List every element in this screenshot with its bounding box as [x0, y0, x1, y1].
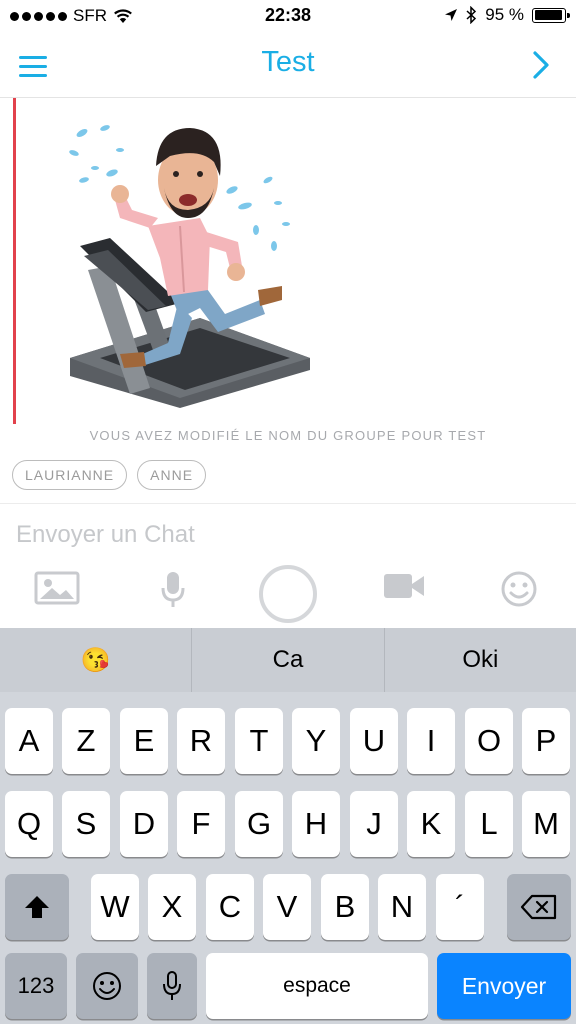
member-chip[interactable]: LAURIANNE — [12, 460, 128, 490]
chat-input[interactable] — [16, 520, 556, 550]
smiley-icon[interactable] — [500, 570, 538, 608]
key[interactable]: H — [292, 791, 340, 857]
key[interactable]: L — [465, 791, 513, 857]
composer — [0, 503, 576, 628]
battery-percent: 95 % — [485, 5, 524, 24]
member-chip[interactable]: ANNE — [137, 460, 207, 490]
key[interactable]: Q — [5, 791, 53, 857]
key[interactable]: A — [5, 708, 53, 774]
smiley-icon — [93, 972, 121, 1000]
camera-shutter-button[interactable] — [259, 565, 317, 623]
microphone-icon[interactable] — [160, 570, 186, 610]
system-message: VOUS AVEZ MODIFIÉ LE NOM DU GROUPE POUR … — [89, 428, 487, 443]
bluetooth-icon — [466, 6, 477, 24]
key[interactable]: ´ — [436, 874, 484, 940]
image-icon[interactable] — [34, 570, 80, 606]
chat-area: VOUS AVEZ MODIFIÉ LE NOM DU GROUPE POUR … — [0, 98, 576, 503]
key[interactable]: F — [177, 791, 225, 857]
shift-key[interactable] — [5, 874, 69, 940]
key[interactable]: J — [350, 791, 398, 857]
key[interactable]: C — [206, 874, 254, 940]
status-bar: SFR 22:38 95 % — [0, 0, 576, 36]
battery-level — [534, 10, 563, 20]
key[interactable]: O — [465, 708, 513, 774]
nav-bar: Test — [0, 36, 576, 98]
key[interactable]: V — [263, 874, 311, 940]
suggestion-emoji[interactable]: 😘 — [0, 628, 191, 692]
key[interactable]: X — [148, 874, 196, 940]
battery-icon — [532, 7, 570, 23]
member-chips: LAURIANNE ANNE — [12, 460, 207, 490]
status-right: 95 % — [444, 5, 570, 25]
key[interactable]: S — [62, 791, 110, 857]
suggestion-bar: 😘 Ca Oki — [0, 628, 576, 692]
video-camera-icon[interactable] — [382, 570, 426, 602]
key[interactable]: N — [378, 874, 426, 940]
key[interactable]: I — [407, 708, 455, 774]
dictation-key[interactable] — [147, 953, 197, 1019]
key[interactable]: W — [91, 874, 139, 940]
key[interactable]: P — [522, 708, 570, 774]
key[interactable]: R — [177, 708, 225, 774]
key[interactable]: G — [235, 791, 283, 857]
suggestion-word[interactable]: Ca — [191, 628, 383, 692]
send-key[interactable]: Envoyer — [437, 953, 571, 1019]
sender-indicator-bar — [13, 98, 16, 424]
key[interactable]: Z — [62, 708, 110, 774]
chevron-right-icon[interactable] — [526, 48, 556, 82]
microphone-icon — [163, 971, 181, 1000]
keyboard: 😘 Ca Oki A Z E R T Y U I O P Q S D F G H… — [0, 628, 576, 1024]
key[interactable]: T — [235, 708, 283, 774]
key[interactable]: U — [350, 708, 398, 774]
key[interactable]: D — [120, 791, 168, 857]
key[interactable]: E — [120, 708, 168, 774]
location-arrow-icon — [445, 9, 458, 21]
emoji-key[interactable] — [76, 953, 138, 1019]
space-key[interactable]: espace — [206, 953, 428, 1019]
backspace-key[interactable] — [507, 874, 571, 940]
key[interactable]: K — [407, 791, 455, 857]
key[interactable]: Y — [292, 708, 340, 774]
backspace-icon — [520, 894, 557, 920]
numbers-key[interactable]: 123 — [5, 953, 67, 1019]
shift-arrow-icon — [25, 896, 49, 918]
bitmoji-treadmill-sticker[interactable] — [60, 118, 320, 418]
suggestion-word[interactable]: Oki — [383, 628, 576, 692]
key[interactable]: B — [321, 874, 369, 940]
key[interactable]: M — [522, 791, 570, 857]
page-title: Test — [261, 46, 315, 78]
